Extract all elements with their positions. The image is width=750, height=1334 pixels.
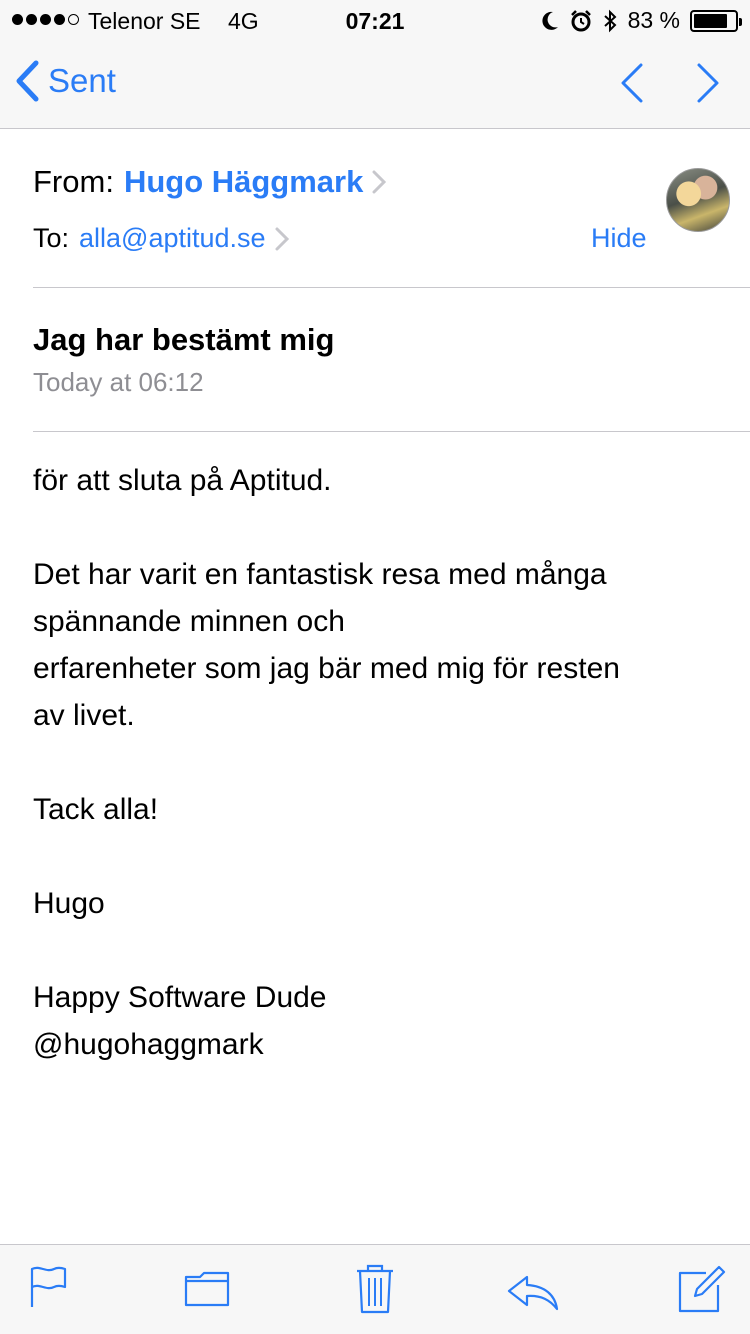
body-line: erfarenheter som jag bär med mig för res… <box>33 652 620 685</box>
navigation-bar: Sent <box>0 40 750 129</box>
trash-button[interactable] <box>355 1263 395 1315</box>
chevron-right-icon <box>275 227 289 250</box>
hide-details-button[interactable]: Hide <box>591 223 647 254</box>
body-line: spännande minnen och <box>33 605 345 638</box>
previous-message-button[interactable] <box>618 62 646 109</box>
to-row: To: alla@aptitud.se <box>33 223 290 254</box>
back-button-label: Sent <box>48 62 116 99</box>
body-paragraph: för att sluta på Aptitud. <box>33 457 723 504</box>
mail-message-screen: Telenor SE 4G 07:21 83 % Sent From: Hugo… <box>0 0 750 1334</box>
sender-avatar[interactable] <box>666 168 730 232</box>
divider <box>33 431 750 432</box>
body-paragraph: Tack alla! <box>33 786 723 833</box>
from-row: From: Hugo Häggmark <box>33 164 387 200</box>
battery-icon <box>690 9 742 32</box>
from-label: From: <box>33 164 114 199</box>
back-chevron-icon <box>16 60 39 102</box>
folder-icon <box>184 1271 230 1307</box>
alarm-icon <box>570 9 591 31</box>
bluetooth-icon <box>603 9 617 32</box>
message-body: för att sluta på Aptitud. Det har varit … <box>33 457 723 1068</box>
status-icons: 83 % <box>540 7 742 34</box>
move-to-folder-button[interactable] <box>184 1271 230 1307</box>
divider <box>33 287 750 288</box>
body-line: Hugo <box>33 887 105 920</box>
bottom-toolbar <box>0 1244 750 1334</box>
down-arrow-icon <box>697 63 719 103</box>
status-bar: Telenor SE 4G 07:21 83 % <box>0 0 750 40</box>
body-line: för att sluta på Aptitud. <box>33 464 332 497</box>
signature: Happy Software Dude @hugohaggmark <box>33 974 723 1068</box>
body-line: Det har varit en fantastisk resa med mån… <box>33 558 607 591</box>
body-paragraph: Hugo <box>33 880 723 927</box>
body-line: av livet. <box>33 699 135 732</box>
message-date: Today at 06:12 <box>33 367 204 397</box>
reply-icon <box>507 1275 559 1311</box>
sender-name[interactable]: Hugo Häggmark <box>124 164 363 200</box>
moon-icon <box>541 11 558 30</box>
next-message-button[interactable] <box>694 62 722 109</box>
flag-button[interactable] <box>28 1265 68 1309</box>
battery-level <box>694 13 728 28</box>
signature-handle: @hugohaggmark <box>33 1028 264 1061</box>
back-button[interactable]: Sent <box>14 60 116 102</box>
up-arrow-icon <box>621 63 643 103</box>
signature-title: Happy Software Dude <box>33 981 327 1014</box>
recipient-address[interactable]: alla@aptitud.se <box>79 223 266 254</box>
to-label: To: <box>33 223 70 253</box>
reply-button[interactable] <box>507 1275 559 1311</box>
compose-icon <box>678 1265 726 1313</box>
trash-icon <box>357 1264 393 1314</box>
chevron-right-icon <box>372 170 387 194</box>
body-paragraph: Det har varit en fantastisk resa med mån… <box>33 551 723 739</box>
compose-button[interactable] <box>678 1265 726 1313</box>
flag-icon <box>30 1266 67 1307</box>
body-line: Tack alla! <box>33 793 159 826</box>
message-subject: Jag har bestämt mig <box>33 322 335 357</box>
battery-percent: 83 % <box>627 7 680 33</box>
